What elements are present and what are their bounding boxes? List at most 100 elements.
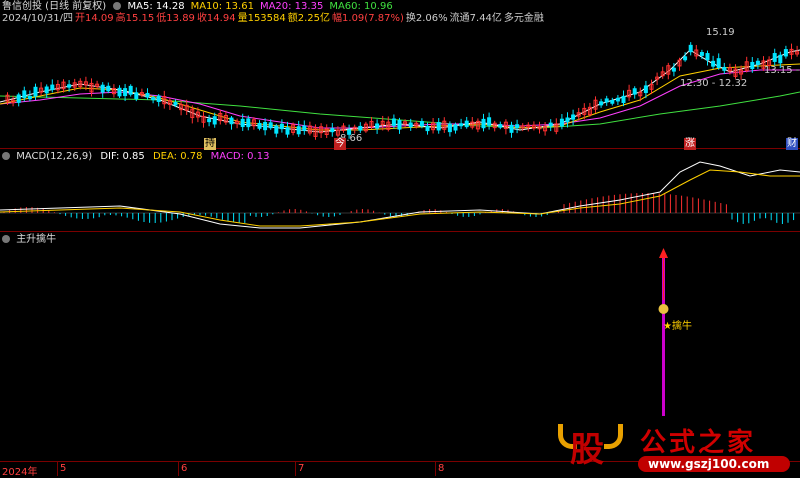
candle-body	[515, 124, 520, 129]
xaxis-divider-3	[295, 462, 296, 476]
candle-body	[246, 118, 251, 128]
money-bag-icon	[658, 304, 669, 314]
candle-body	[117, 87, 122, 97]
candle-body	[16, 94, 21, 103]
macd-settings-icon[interactable]	[2, 152, 10, 160]
xaxis-label-jul: 7	[298, 463, 305, 474]
candle-body	[481, 118, 486, 129]
candle-body	[67, 84, 72, 88]
candle-body	[268, 122, 273, 129]
candle-body	[464, 120, 469, 128]
candle-body	[559, 118, 564, 127]
candle-body	[408, 122, 413, 128]
candle-body	[453, 124, 458, 131]
candle-body	[722, 66, 727, 71]
watermark-logo: 股 公式之家 www.gszj100.com	[558, 418, 798, 476]
xaxis-divider-4	[435, 462, 436, 476]
candle-body	[447, 123, 452, 133]
event-marker-3[interactable]: 涨	[684, 138, 696, 150]
macd-dea-line	[0, 169, 800, 227]
xaxis-divider-1	[57, 462, 58, 476]
candle-body	[375, 123, 380, 129]
watermark-url: www.gszj100.com	[648, 457, 770, 471]
candle-body	[688, 44, 693, 53]
candle-body	[274, 125, 279, 134]
candle-body	[22, 90, 27, 99]
event-marker-1[interactable]: 持	[204, 138, 216, 150]
candle-body	[425, 125, 430, 132]
candle-body	[145, 92, 150, 98]
candle-body	[156, 95, 161, 102]
candle-body	[604, 98, 609, 103]
watermark-brand: 公式之家	[640, 428, 757, 458]
candle-body	[302, 125, 307, 131]
candle-body	[783, 49, 788, 57]
candle-body	[615, 97, 620, 102]
macd-dif: DIF: 0.85	[100, 151, 145, 162]
candle-body	[285, 127, 290, 135]
indicator-settings-icon[interactable]	[2, 235, 10, 243]
candle-body	[44, 86, 49, 94]
xaxis-label-may: 5	[60, 463, 67, 474]
candle-body	[778, 54, 783, 64]
candle-body	[257, 122, 262, 129]
macd-dif-line	[0, 161, 800, 229]
candle-body	[240, 118, 245, 128]
indicator-title: 主升擒牛	[16, 234, 57, 245]
indicator-header: 主升擒牛	[2, 234, 56, 246]
candle-body	[772, 53, 777, 62]
right-price-label: 13.15 -	[764, 65, 800, 76]
candle-body	[621, 95, 626, 104]
candle-body	[716, 58, 721, 69]
signal-label: ★擒牛	[663, 321, 692, 332]
event-marker-2[interactable]: 今	[334, 138, 346, 150]
candle-body	[263, 122, 268, 131]
candle-body	[134, 92, 139, 100]
candle-body	[671, 67, 676, 72]
candle-body	[610, 100, 615, 104]
event-marker-4[interactable]: 财	[786, 138, 798, 150]
candle-body	[699, 52, 704, 56]
candle-body	[643, 85, 648, 94]
chart-canvas[interactable]	[0, 0, 800, 476]
candle-body	[212, 116, 217, 125]
macd-value: MACD: 0.13	[210, 151, 270, 162]
candle-body	[498, 124, 503, 128]
candle-body	[459, 123, 464, 127]
xaxis-divider-2	[178, 462, 179, 476]
candle-body	[509, 124, 514, 133]
candle-body	[571, 114, 576, 120]
candle-body	[487, 117, 492, 126]
candle-body	[296, 126, 301, 135]
candle-body	[173, 101, 178, 106]
candle-body	[755, 60, 760, 65]
watermark-badge: 股	[570, 430, 604, 470]
xaxis-label-jun: 6	[181, 463, 188, 474]
candle-body	[419, 121, 424, 127]
candle-body	[330, 128, 335, 133]
candle-body	[279, 123, 284, 130]
signal-arrow-up-icon	[659, 248, 668, 258]
high-price-label: 15.19	[706, 27, 735, 38]
candle-body	[106, 85, 111, 92]
candle-body	[128, 85, 133, 95]
candle-body	[207, 118, 212, 123]
macd-dea: DEA: 0.78	[152, 151, 203, 162]
candle-body	[565, 117, 570, 123]
candle-body	[711, 60, 716, 67]
candle-body	[123, 88, 128, 97]
candle-body	[50, 84, 55, 91]
candle-body	[750, 61, 755, 70]
candle-body	[683, 56, 688, 61]
candle-body	[33, 86, 38, 97]
candle-body	[548, 122, 553, 127]
candle-body	[27, 95, 32, 100]
candle-body	[151, 97, 156, 101]
candle-body	[391, 118, 396, 126]
xaxis-label-aug: 8	[438, 463, 445, 474]
macd-title: MACD(12,26,9)	[16, 151, 93, 162]
candle-body	[100, 84, 105, 93]
candle-body	[436, 122, 441, 131]
candle-body	[632, 88, 637, 95]
range-price-label: 12.30 - 12.32	[680, 78, 748, 89]
